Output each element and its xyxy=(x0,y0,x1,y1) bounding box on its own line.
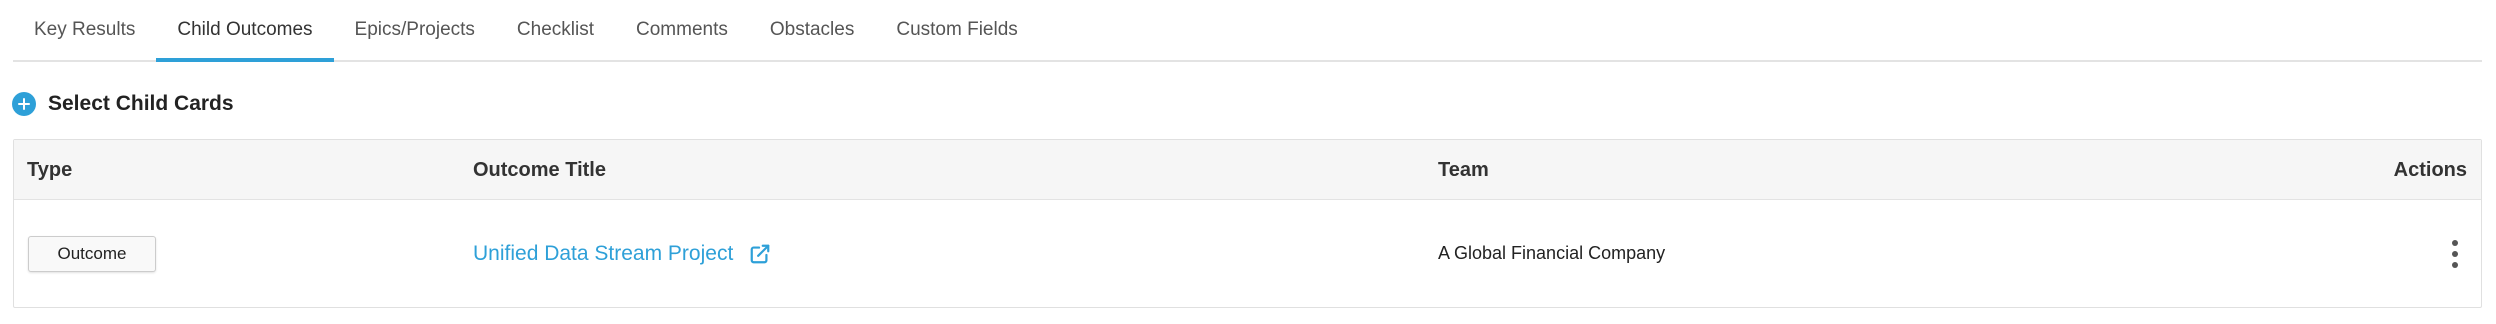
type-cell: Outcome xyxy=(28,200,156,307)
tab-bar: Key Results Child Outcomes Epics/Project… xyxy=(13,0,2482,62)
tab-custom-fields[interactable]: Custom Fields xyxy=(875,0,1038,60)
column-header-type: Type xyxy=(27,158,73,181)
table-row: Outcome Unified Data Stream Project A Gl… xyxy=(14,200,2481,307)
select-child-cards-label: Select Child Cards xyxy=(48,92,234,115)
external-link-icon[interactable] xyxy=(749,243,771,265)
column-header-actions: Actions xyxy=(2393,158,2467,181)
plus-circle-icon[interactable] xyxy=(12,92,36,116)
actions-cell xyxy=(2449,200,2461,307)
tab-epics-projects[interactable]: Epics/Projects xyxy=(334,0,496,60)
team-cell: A Global Financial Company xyxy=(1438,200,1665,307)
tab-key-results[interactable]: Key Results xyxy=(13,0,156,60)
column-header-team: Team xyxy=(1438,158,1489,181)
type-badge: Outcome xyxy=(28,235,156,272)
outcome-title-cell: Unified Data Stream Project xyxy=(473,200,771,307)
child-outcomes-table: Type Outcome Title Team Actions Outcome … xyxy=(13,139,2482,308)
tab-obstacles[interactable]: Obstacles xyxy=(749,0,875,60)
table-header: Type Outcome Title Team Actions xyxy=(14,140,2481,200)
team-name: A Global Financial Company xyxy=(1438,243,1666,263)
tab-checklist[interactable]: Checklist xyxy=(496,0,615,60)
column-header-outcome-title: Outcome Title xyxy=(473,158,606,181)
kebab-menu-icon[interactable] xyxy=(2449,239,2461,268)
tab-comments[interactable]: Comments xyxy=(615,0,749,60)
outcome-title-link[interactable]: Unified Data Stream Project xyxy=(473,242,733,266)
select-child-cards-button[interactable]: Select Child Cards xyxy=(12,90,234,118)
tab-child-outcomes[interactable]: Child Outcomes xyxy=(156,0,334,62)
